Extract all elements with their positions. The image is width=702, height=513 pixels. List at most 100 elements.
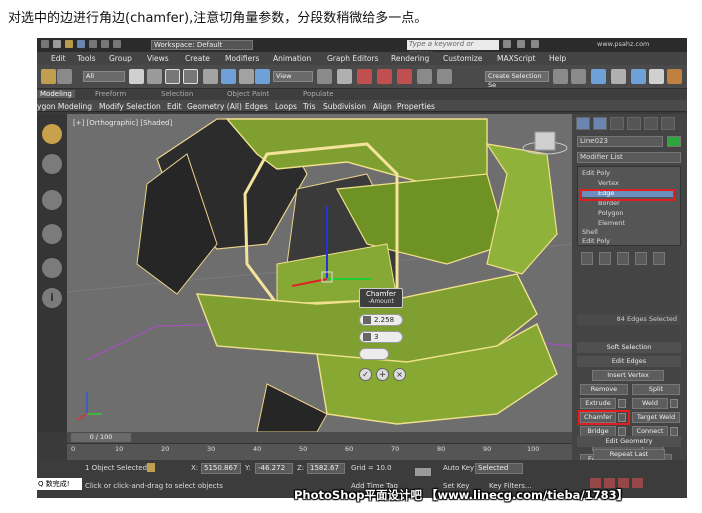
clock-icon[interactable] — [42, 224, 62, 244]
insert-vertex-button[interactable]: Insert Vertex — [592, 370, 664, 381]
cube-icon[interactable] — [42, 154, 62, 174]
remove-button[interactable]: Remove — [580, 384, 628, 395]
menu-create[interactable]: Create — [185, 54, 210, 63]
chamfer-segments-field[interactable]: 3 — [359, 331, 403, 343]
tab-modeling[interactable]: Modeling — [37, 90, 75, 98]
rect-region-icon[interactable] — [165, 69, 180, 84]
window-crossing-icon[interactable] — [183, 69, 198, 84]
pin-stack-icon[interactable] — [581, 252, 593, 265]
align-icon[interactable] — [571, 69, 586, 84]
snap-icon[interactable] — [357, 69, 372, 84]
stack-edit-poly-2[interactable]: Edit Poly — [582, 237, 610, 245]
extrude-button[interactable]: Extrude — [580, 398, 616, 409]
select-object-icon[interactable] — [129, 69, 144, 84]
ok-icon[interactable]: ✓ — [359, 368, 372, 381]
rotate-icon[interactable] — [221, 69, 236, 84]
menu-group[interactable]: Group — [109, 54, 132, 63]
angle-snap-icon[interactable] — [377, 69, 392, 84]
cancel-icon[interactable]: × — [393, 368, 406, 381]
apply-icon[interactable]: + — [376, 368, 389, 381]
edit-named-sets-icon[interactable] — [437, 69, 452, 84]
help-icon[interactable] — [531, 40, 539, 48]
selection-filter-dropdown[interactable]: All — [83, 71, 125, 82]
named-selection-dropdown[interactable]: Create Selection Se — [485, 71, 549, 89]
menu-maxscript[interactable]: MAXScript — [497, 54, 536, 63]
ribbon-align[interactable]: Align — [373, 102, 392, 111]
ribbon-geometry-all[interactable]: Geometry (All) — [187, 102, 242, 111]
ribbon-modify-selection[interactable]: Modify Selection — [99, 102, 161, 111]
stack-edit-poly[interactable]: Edit Poly — [582, 169, 610, 177]
menu-customize[interactable]: Customize — [443, 54, 482, 63]
link-icon[interactable] — [41, 69, 56, 84]
menu-graph-editors[interactable]: Graph Editors — [327, 54, 379, 63]
weld-settings-icon[interactable] — [670, 399, 678, 408]
new-icon[interactable] — [53, 40, 61, 48]
split-button[interactable]: Split — [632, 384, 680, 395]
edit-geometry-rollout[interactable]: Edit Geometry — [577, 436, 681, 447]
place-icon[interactable] — [255, 69, 270, 84]
search-icon[interactable] — [503, 40, 511, 48]
ribbon-polygon-modeling[interactable]: ygon Modeling — [37, 102, 92, 111]
stack-vertex[interactable]: Vertex — [598, 179, 619, 187]
configure-sets-icon[interactable] — [653, 252, 665, 265]
render-icon[interactable] — [667, 69, 682, 84]
viewport-orthographic[interactable]: [+] [Orthographic] [Shaded] Chamfer -Amo… — [67, 114, 572, 432]
cloud-icon[interactable] — [42, 190, 62, 210]
stack-polygon[interactable]: Polygon — [598, 209, 624, 217]
make-unique-icon[interactable] — [617, 252, 629, 265]
stack-shell[interactable]: Shell — [582, 228, 598, 236]
modify-tab-icon[interactable] — [593, 117, 607, 130]
utilities-tab-icon[interactable] — [661, 117, 675, 130]
move-icon[interactable] — [203, 69, 218, 84]
open-icon[interactable] — [65, 40, 73, 48]
auto-key-button[interactable]: Auto Key — [443, 464, 474, 472]
weld-button[interactable]: Weld — [632, 398, 668, 409]
key-mode-dropdown[interactable]: Selected — [475, 463, 523, 474]
save-icon[interactable] — [77, 40, 85, 48]
edit-edges-rollout[interactable]: Edit Edges — [577, 356, 681, 367]
project-icon[interactable] — [113, 40, 121, 48]
pivot-icon[interactable] — [317, 69, 332, 84]
scale-icon[interactable] — [239, 69, 254, 84]
soft-selection-rollout[interactable]: Soft Selection — [577, 342, 681, 353]
tab-object-paint[interactable]: Object Paint — [227, 90, 269, 98]
ribbon-edit[interactable]: Edit — [167, 102, 182, 111]
object-name-field[interactable]: Line023 — [577, 136, 663, 147]
graphite-icon[interactable] — [611, 69, 626, 84]
track-bar[interactable]: 0 10 20 30 40 50 60 70 80 90 100 — [67, 443, 572, 460]
reference-coord-dropdown[interactable]: View — [273, 71, 313, 82]
z-coordinate-field[interactable]: 1582.67 — [307, 463, 345, 474]
tab-selection[interactable]: Selection — [161, 90, 193, 98]
menu-rendering[interactable]: Rendering — [391, 54, 429, 63]
rendered-frame-icon[interactable] — [649, 69, 664, 84]
motion-tab-icon[interactable] — [627, 117, 641, 130]
layer-icon[interactable] — [591, 69, 606, 84]
spinner-snap-icon[interactable] — [417, 69, 432, 84]
ribbon-subdivision[interactable]: Subdivision — [323, 102, 366, 111]
menu-modifiers[interactable]: Modifiers — [225, 54, 259, 63]
app-icon[interactable] — [41, 40, 49, 48]
select-manipulate-icon[interactable] — [337, 69, 352, 84]
tab-freeform[interactable]: Freeform — [95, 90, 126, 98]
time-slider-frame[interactable]: 0 / 100 — [71, 433, 131, 442]
redo-icon[interactable] — [101, 40, 109, 48]
menu-tools[interactable]: Tools — [77, 54, 95, 63]
modifier-list-dropdown[interactable]: Modifier List — [577, 152, 681, 163]
maxscript-listener[interactable]: Q 数完成! — [37, 478, 82, 490]
workspace-dropdown[interactable]: Workspace: Default — [151, 40, 253, 50]
info-icon[interactable]: i — [42, 288, 62, 308]
ribbon-loops[interactable]: Loops — [275, 102, 297, 111]
menu-edit[interactable]: Edit — [51, 54, 66, 63]
menu-views[interactable]: Views — [147, 54, 169, 63]
mirror-icon[interactable] — [553, 69, 568, 84]
show-end-result-icon[interactable] — [599, 252, 611, 265]
menu-animation[interactable]: Animation — [273, 54, 311, 63]
connect-settings-icon[interactable] — [670, 427, 678, 436]
star-icon[interactable] — [517, 40, 525, 48]
chamfer-amount-field[interactable]: 2.258 — [359, 314, 403, 326]
render-setup-icon[interactable] — [631, 69, 646, 84]
tab-populate[interactable]: Populate — [303, 90, 333, 98]
remove-modifier-icon[interactable] — [635, 252, 647, 265]
search-input[interactable]: Type a keyword or phrase — [407, 40, 499, 57]
ribbon-properties[interactable]: Properties — [397, 102, 435, 111]
